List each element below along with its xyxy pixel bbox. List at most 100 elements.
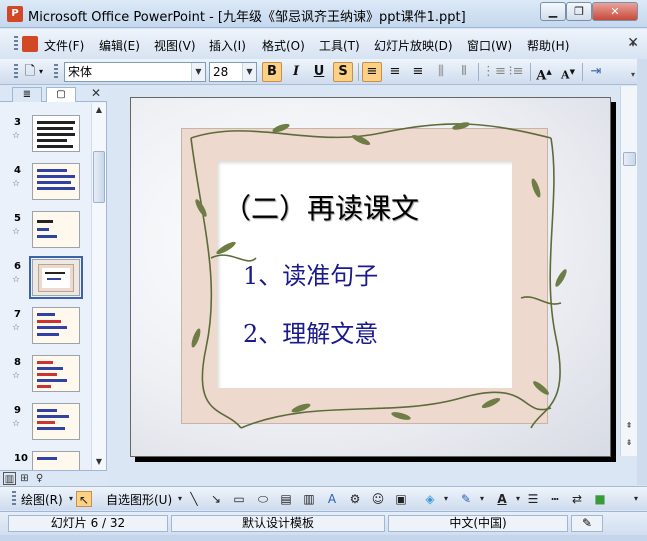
chevron-down-icon[interactable]: ▼ — [191, 63, 205, 81]
line-style-icon[interactable]: ☰ — [525, 491, 541, 507]
arrow-style-icon[interactable]: ⇄ — [569, 491, 585, 507]
indent-icon[interactable]: ⇥ — [586, 62, 606, 82]
overflow-chevron-icon[interactable]: ▾ — [628, 491, 644, 507]
thumbnail-scrollbar[interactable]: ▲ ▼ — [91, 103, 106, 470]
menu-tools[interactable]: 工具(T) — [319, 37, 360, 54]
picture-icon[interactable]: ▣ — [393, 491, 409, 507]
thumbnail-item[interactable]: 8 ☆ — [0, 355, 90, 404]
align-center-icon[interactable]: ≡ — [385, 62, 405, 82]
distribute-icon[interactable]: ⫼ — [431, 62, 451, 82]
slide-thumbnail[interactable] — [32, 403, 80, 440]
thumbnail-item[interactable]: 3 ☆ — [0, 115, 90, 164]
shadow-style-icon[interactable]: ■ — [592, 491, 608, 507]
increase-font-button[interactable]: A▲ — [534, 62, 554, 83]
textbox-icon[interactable]: ▤ — [278, 491, 294, 507]
menu-view[interactable]: 视图(V) — [154, 37, 196, 54]
grip-icon[interactable] — [14, 64, 18, 80]
menu-insert[interactable]: 插入(I) — [209, 37, 246, 54]
align-left-icon[interactable]: ≡ — [362, 62, 382, 82]
slide-bullet[interactable]: 1、读准句子 — [243, 256, 378, 291]
line-icon[interactable]: ╲ — [186, 491, 202, 507]
thumbnail-item[interactable]: 5 ☆ — [0, 211, 90, 260]
font-color-icon[interactable]: A — [494, 491, 510, 507]
menu-window[interactable]: 窗口(W) — [467, 37, 512, 54]
menu-slideshow[interactable]: 幻灯片放映(D) — [374, 37, 453, 54]
align-right-icon[interactable]: ≡ — [408, 62, 428, 82]
thumbnail-item[interactable]: 9 ☆ — [0, 403, 90, 452]
minimize-button[interactable]: ▁ — [540, 2, 566, 21]
normal-view-icon[interactable]: ▥ — [3, 472, 16, 485]
next-slide-icon[interactable]: ⇟ — [622, 436, 636, 450]
thumbnail-number: 10 — [14, 453, 28, 464]
dash-style-icon[interactable]: ┅ — [547, 491, 563, 507]
scroll-up-icon[interactable]: ▲ — [92, 103, 106, 117]
diagram-icon[interactable]: ⚙ — [347, 491, 363, 507]
fill-color-icon[interactable]: ◈ — [422, 491, 438, 507]
thumbnail-item[interactable]: 7 ☆ — [0, 307, 90, 356]
slide-thumbnail[interactable] — [32, 451, 80, 470]
document-icon[interactable] — [22, 36, 38, 52]
slide-thumbnail[interactable] — [32, 211, 80, 248]
wordart-icon[interactable]: A — [324, 491, 340, 507]
scrollbar-thumb[interactable] — [93, 151, 105, 203]
menu-edit[interactable]: 编辑(E) — [99, 37, 140, 54]
toolbar-overflow-strip — [637, 59, 647, 485]
autoshapes-menu[interactable]: 自选图形(U) — [106, 491, 172, 508]
chevron-down-icon[interactable]: ▼ — [242, 63, 256, 81]
dropdown-arrow-icon[interactable]: ▾ — [36, 62, 46, 82]
draw-menu[interactable]: 绘图(R) — [21, 491, 63, 508]
overflow-chevron-icon[interactable]: ▾ — [631, 70, 635, 79]
grip-icon[interactable] — [54, 64, 58, 80]
menu-help[interactable]: 帮助(H) — [527, 37, 569, 54]
slide-thumbnail[interactable] — [32, 163, 80, 200]
slide-thumbnail-selected[interactable] — [29, 256, 83, 299]
thumbnail-item[interactable]: 10 — [0, 451, 90, 470]
slide-thumbnail[interactable] — [32, 115, 80, 152]
select-pointer-icon[interactable]: ↖ — [76, 491, 92, 507]
slide-bullet[interactable]: 2、理解文意 — [243, 314, 378, 349]
close-icon[interactable]: ✕ — [91, 86, 101, 100]
scroll-down-icon[interactable]: ▼ — [92, 455, 106, 469]
chevron-down-icon[interactable]: ▾ — [510, 491, 526, 507]
font-size-select[interactable]: 28 ▼ — [209, 62, 257, 82]
slide-canvas[interactable]: （二）再读课文 1、读准句子 2、理解文意 — [130, 97, 611, 457]
chevron-down-icon[interactable]: ▾ — [474, 491, 490, 507]
chevron-down-icon[interactable]: ▾ — [438, 491, 454, 507]
restore-button[interactable]: ❐ — [566, 2, 592, 21]
menu-file[interactable]: 文件(F) — [44, 37, 84, 54]
clipart-icon[interactable]: ☺ — [370, 491, 386, 507]
previous-slide-icon[interactable]: ⇞ — [622, 419, 636, 433]
bold-button[interactable]: B — [262, 62, 282, 82]
grip-icon[interactable] — [14, 36, 18, 52]
scrollbar-thumb[interactable] — [623, 152, 636, 166]
thumbnail-item[interactable]: 6 ☆ — [0, 256, 90, 308]
grip-icon[interactable] — [12, 491, 16, 507]
separator — [582, 63, 583, 81]
slide-scrollbar[interactable]: ⇞ ⇟ — [620, 86, 637, 456]
line-color-icon[interactable]: ✎ — [458, 491, 474, 507]
vertical-textbox-icon[interactable]: ▥ — [301, 491, 317, 507]
slideshow-icon[interactable]: ♀ — [33, 472, 46, 485]
spelling-icon[interactable]: ✎ — [571, 515, 603, 532]
arrow-icon[interactable]: ↘ — [208, 491, 224, 507]
shadow-button[interactable]: S — [333, 62, 353, 82]
thumbnail-item[interactable]: 4 ☆ — [0, 163, 90, 212]
rectangle-icon[interactable]: ▭ — [231, 491, 247, 507]
font-name-select[interactable]: 宋体 ▼ — [64, 62, 206, 82]
slide-title[interactable]: （二）再读课文 — [223, 187, 419, 227]
menu-format[interactable]: 格式(O) — [262, 37, 305, 54]
slide-thumbnail[interactable] — [32, 307, 80, 344]
column-icon[interactable]: ⫴ — [454, 62, 474, 82]
slide-thumbnail[interactable] — [32, 355, 80, 392]
italic-button[interactable]: I — [286, 62, 306, 82]
oval-icon[interactable]: ⬭ — [255, 491, 271, 507]
overflow-chevron-icon[interactable]: ▾ — [631, 40, 635, 49]
decrease-font-button[interactable]: A▼ — [558, 62, 578, 82]
slide-sorter-icon[interactable]: ⊞ — [18, 472, 31, 485]
underline-button[interactable]: U — [309, 62, 329, 82]
tab-outline[interactable]: ≣ — [12, 87, 42, 102]
close-button[interactable]: ✕ — [592, 2, 638, 21]
bullets-icon[interactable]: ⁝≡ — [506, 62, 526, 82]
tab-slides[interactable]: ▢ — [46, 87, 76, 102]
numbering-icon[interactable]: ⋮≡ — [482, 62, 506, 82]
